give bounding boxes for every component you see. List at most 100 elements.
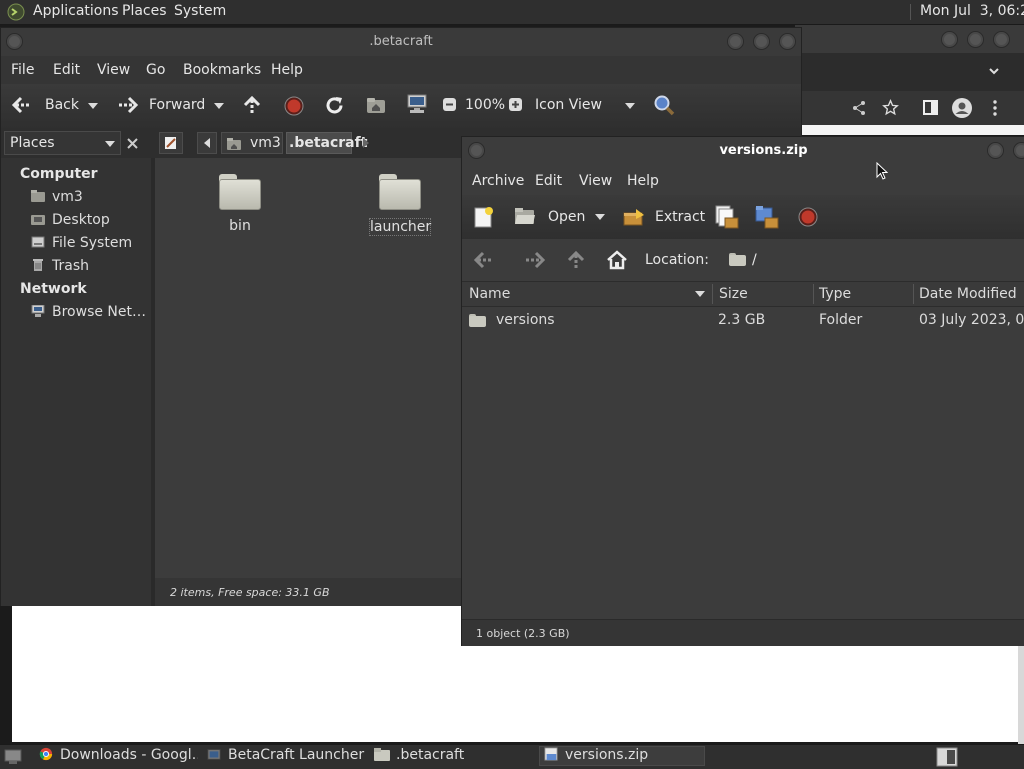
up-arrow-icon[interactable] [566, 250, 586, 270]
places-menu[interactable]: Places [122, 3, 167, 19]
column-header-date[interactable]: Date Modified [919, 286, 1017, 302]
fm-menu-button[interactable] [6, 33, 23, 50]
sidebar-item-vm3[interactable]: vm3 [31, 189, 146, 209]
system-menu[interactable]: System [174, 3, 226, 19]
star-icon[interactable] [882, 99, 899, 116]
taskbar-item-downloads[interactable]: Downloads - Googl… [38, 747, 198, 767]
show-desktop-icon[interactable] [4, 749, 22, 765]
fm-menu-help[interactable]: Help [271, 62, 303, 78]
home-folder-icon[interactable] [366, 96, 386, 114]
location-value: / [752, 252, 757, 268]
archive-status-text: 1 object (2.3 GB) [476, 627, 570, 640]
archive-menu-button[interactable] [468, 142, 485, 159]
taskbar-item-betacraft-launcher[interactable]: BetaCraft Launcher … [206, 747, 366, 767]
toggle-location-entry-button[interactable] [159, 132, 183, 154]
column-header-name[interactable]: Name [469, 286, 510, 302]
java-icon [207, 749, 221, 760]
zoom-out-icon[interactable] [442, 97, 457, 112]
archive-titlebar[interactable]: versions.zip [462, 137, 1024, 165]
column-header-type[interactable]: Type [819, 286, 851, 302]
location-entry[interactable]: / [724, 247, 1024, 273]
sidebar-item-trash[interactable]: Trash [31, 258, 146, 278]
fm-menu-file[interactable]: File [11, 62, 34, 78]
fm-minimize-button[interactable] [727, 33, 744, 50]
stop-icon[interactable] [284, 96, 304, 116]
fm-menu-edit[interactable]: Edit [53, 62, 80, 78]
file-item-label: launcher [369, 218, 432, 236]
computer-icon[interactable] [406, 94, 428, 114]
open-button[interactable]: Open [514, 204, 594, 230]
fm-status-text: 2 items, Free space: 33.1 GB [170, 586, 330, 599]
column-divider[interactable] [813, 284, 814, 304]
applications-menu[interactable]: Applications [33, 3, 119, 19]
add-files-icon[interactable] [715, 205, 739, 229]
fm-maximize-button[interactable] [753, 33, 770, 50]
zoom-level[interactable]: 100% [465, 97, 505, 113]
file-item-bin[interactable]: bin [205, 172, 275, 242]
fm-menu-bookmarks[interactable]: Bookmarks [183, 62, 261, 78]
zoom-in-icon[interactable] [508, 97, 523, 112]
kebab-menu-icon[interactable] [992, 100, 998, 116]
path-button-betacraft[interactable]: .betacraft [286, 132, 367, 154]
archive-menu-archive[interactable]: Archive [472, 173, 524, 189]
forward-button[interactable]: Forward [115, 92, 205, 118]
table-row[interactable]: versions 2.3 GB Folder 03 July 2023, 04:… [462, 309, 1024, 333]
file-manager-titlebar[interactable]: .betacraft [1, 28, 801, 56]
search-icon[interactable] [653, 94, 675, 116]
sidebar-item-label: Browse Net… [52, 304, 147, 320]
folder-icon [469, 314, 486, 327]
back-history-dropdown[interactable] [88, 103, 98, 109]
archive-menu-view[interactable]: View [579, 173, 612, 189]
panel-clock[interactable]: Mon Jul 3, 06:26 [920, 3, 1024, 19]
sidebar-item-browse-network[interactable]: Browse Net… [31, 304, 146, 324]
reload-icon[interactable] [324, 95, 345, 116]
view-mode-value: Icon View [535, 97, 602, 113]
column-header-size[interactable]: Size [719, 286, 748, 302]
forward-label: Forward [149, 97, 206, 113]
share-icon[interactable] [851, 100, 867, 116]
archive-minimize-button[interactable] [987, 142, 1004, 159]
archive-menu-help[interactable]: Help [627, 173, 659, 189]
back-button[interactable]: Back [9, 92, 79, 118]
workspace-switcher-icon[interactable] [936, 747, 958, 767]
home-icon[interactable] [606, 250, 628, 270]
fm-close-button[interactable] [779, 33, 796, 50]
archive-menu-edit[interactable]: Edit [535, 173, 562, 189]
profile-avatar-icon[interactable] [952, 98, 972, 118]
browser-close-button[interactable] [993, 31, 1010, 48]
sidepanel-icon[interactable] [923, 100, 938, 115]
sidebar-item-desktop[interactable]: Desktop [31, 212, 146, 232]
add-folder-icon[interactable] [755, 205, 779, 229]
browser-minimize-button[interactable] [941, 31, 958, 48]
view-mode-select[interactable]: Icon View [529, 92, 641, 118]
browser-maximize-button[interactable] [967, 31, 984, 48]
mate-logo-icon[interactable] [7, 3, 25, 21]
chevron-down-icon[interactable] [988, 65, 1000, 77]
stop-icon[interactable] [798, 207, 818, 227]
sidebar-item-file-system[interactable]: File System [31, 235, 146, 255]
extract-button[interactable]: Extract [622, 204, 705, 230]
column-divider[interactable] [913, 284, 914, 304]
places-selector[interactable]: Places [4, 131, 121, 155]
fm-menu-go[interactable]: Go [146, 62, 165, 78]
up-arrow-icon[interactable] [242, 95, 262, 115]
back-arrow-icon[interactable] [473, 251, 495, 269]
close-sidebar-icon[interactable] [127, 138, 138, 149]
path-scroll-left[interactable] [197, 132, 217, 154]
forward-history-dropdown[interactable] [214, 103, 224, 109]
browser-content [801, 125, 1024, 135]
taskbar-item-betacraft-folder[interactable]: .betacraft [374, 747, 534, 767]
archive-statusbar: 1 object (2.3 GB) [462, 619, 1024, 646]
fm-menu-view[interactable]: View [97, 62, 130, 78]
archive-maximize-button[interactable] [1013, 142, 1024, 159]
file-item-launcher[interactable]: launcher [365, 172, 435, 242]
back-arrow-icon [11, 96, 31, 114]
taskbar-item-versions-zip[interactable]: versions.zip [539, 746, 705, 766]
path-button-vm3[interactable]: vm3 [221, 132, 283, 154]
forward-arrow-icon[interactable] [524, 251, 546, 269]
chevron-right-icon[interactable] [363, 138, 369, 148]
column-divider[interactable] [712, 284, 713, 304]
open-dropdown[interactable] [595, 214, 605, 220]
new-archive-icon[interactable] [474, 206, 494, 228]
sidebar-item-label: Trash [52, 258, 89, 274]
